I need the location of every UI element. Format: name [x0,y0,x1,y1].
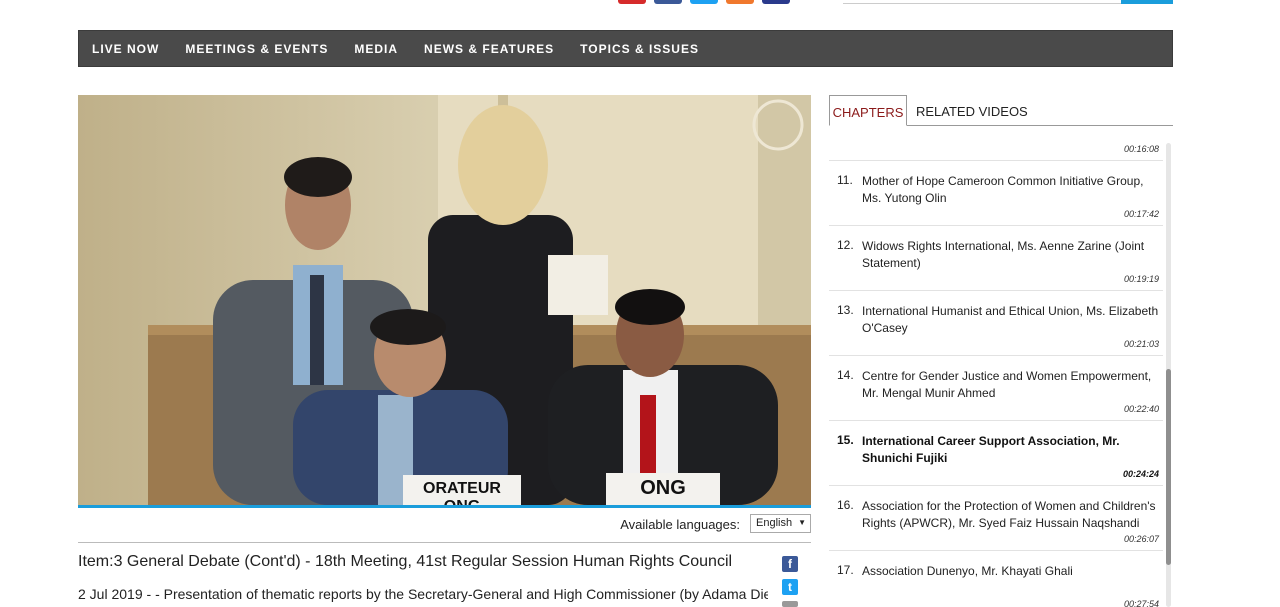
share-more-icon[interactable] [782,601,798,607]
nav-live-now[interactable]: LIVE NOW [92,42,159,56]
chapter-number: 13. [837,303,854,317]
chapter-time: 00:19:19 [1123,274,1159,284]
chapter-time: 00:26:07 [1123,534,1159,544]
chapter-title: Mother of Hope Cameroon Common Initiativ… [862,174,1144,205]
chapter-title: International Career Support Association… [862,434,1120,465]
chapter-number: 11. [837,173,853,187]
podcast-icon[interactable] [762,0,790,4]
video-progress-bar[interactable] [78,505,811,508]
meeting-date-description: 2 Jul 2019 - - Presentation of thematic … [78,586,768,602]
meeting-description: - Presentation of thematic reports by th… [155,586,768,602]
meeting-title: Item:3 General Debate (Cont'd) - 18th Me… [78,553,733,570]
list-item[interactable]: 16. Association for the Protection of Wo… [829,485,1163,550]
chapter-number: 17. [837,563,854,577]
tab-related-videos[interactable]: RELATED VIDEOS [916,95,1028,126]
video-player[interactable]: ORATEUR ONG ONG [78,95,811,505]
nav-news-features[interactable]: NEWS & FEATURES [424,42,554,56]
language-row: Available languages: English ▼ [78,514,811,534]
chapters-tabs: CHAPTERS RELATED VIDEOS [829,95,1173,126]
social-links-top [618,0,790,4]
divider [78,542,811,543]
list-item[interactable]: 13. International Humanist and Ethical U… [829,290,1163,355]
chapter-title: Association for the Protection of Women … [862,499,1156,530]
chapter-time: 00:17:42 [1123,209,1159,219]
chapter-title: International Humanist and Ethical Union… [862,304,1159,335]
top-header-strip [0,0,1280,8]
chapter-time-prev: 00:16:08 [1123,144,1159,154]
rss-icon[interactable] [726,0,754,4]
twitter-share-icon[interactable]: t [782,579,798,595]
dropdown-caret-icon: ▼ [798,518,806,527]
list-item[interactable]: 17. Association Dunenyo, Mr. Khayati Gha… [829,550,1163,607]
youtube-icon[interactable] [618,0,646,4]
chapter-number: 14. [837,368,854,382]
chapter-scrollbar[interactable] [1166,143,1171,607]
language-selected-value: English [756,517,793,529]
nav-meetings-events[interactable]: MEETINGS & EVENTS [185,42,328,56]
scrollbar-thumb[interactable] [1166,369,1171,565]
chapter-time: 00:24:24 [1122,469,1159,479]
list-item[interactable]: 14. Centre for Gender Justice and Women … [829,355,1163,420]
placard-ong: ONG [640,477,686,499]
search-input[interactable] [843,3,1121,4]
chapter-time: 00:21:03 [1123,339,1159,349]
facebook-icon[interactable] [654,0,682,4]
tab-chapters[interactable]: CHAPTERS [829,95,907,126]
chapter-list: 00:16:08 11. Mother of Hope Cameroon Com… [829,140,1163,607]
nav-topics-issues[interactable]: TOPICS & ISSUES [580,42,699,56]
meeting-date: 2 Jul 2019 - [78,586,152,602]
chapter-time: 00:27:54 [1123,599,1159,607]
chapter-title: Association Dunenyo, Mr. Khayati Ghali [862,564,1073,578]
nav-media[interactable]: MEDIA [354,42,398,56]
chapter-number: 16. [837,498,854,512]
chapter-title: Centre for Gender Justice and Women Empo… [862,369,1152,400]
chapter-title: Widows Rights International, Ms. Aenne Z… [862,239,1145,270]
main-nav: LIVE NOW MEETINGS & EVENTS MEDIA NEWS & … [78,30,1173,67]
video-frame [78,95,811,505]
available-languages-label: Available languages: [620,517,740,532]
list-item[interactable]: 11. Mother of Hope Cameroon Common Initi… [829,160,1163,225]
list-item-current[interactable]: 15. International Career Support Associa… [829,420,1163,485]
chapter-number: 12. [837,238,854,252]
chapter-time: 00:22:40 [1123,404,1159,414]
facebook-share-icon[interactable]: f [782,556,798,572]
list-item[interactable]: 12. Widows Rights International, Ms. Aen… [829,225,1163,290]
placard-orateur-ong: ORATEUR ONG [423,480,501,505]
twitter-icon[interactable] [690,0,718,4]
chapter-number: 15. [837,433,854,447]
language-select[interactable]: English ▼ [750,514,811,533]
search-button[interactable] [1121,0,1173,4]
